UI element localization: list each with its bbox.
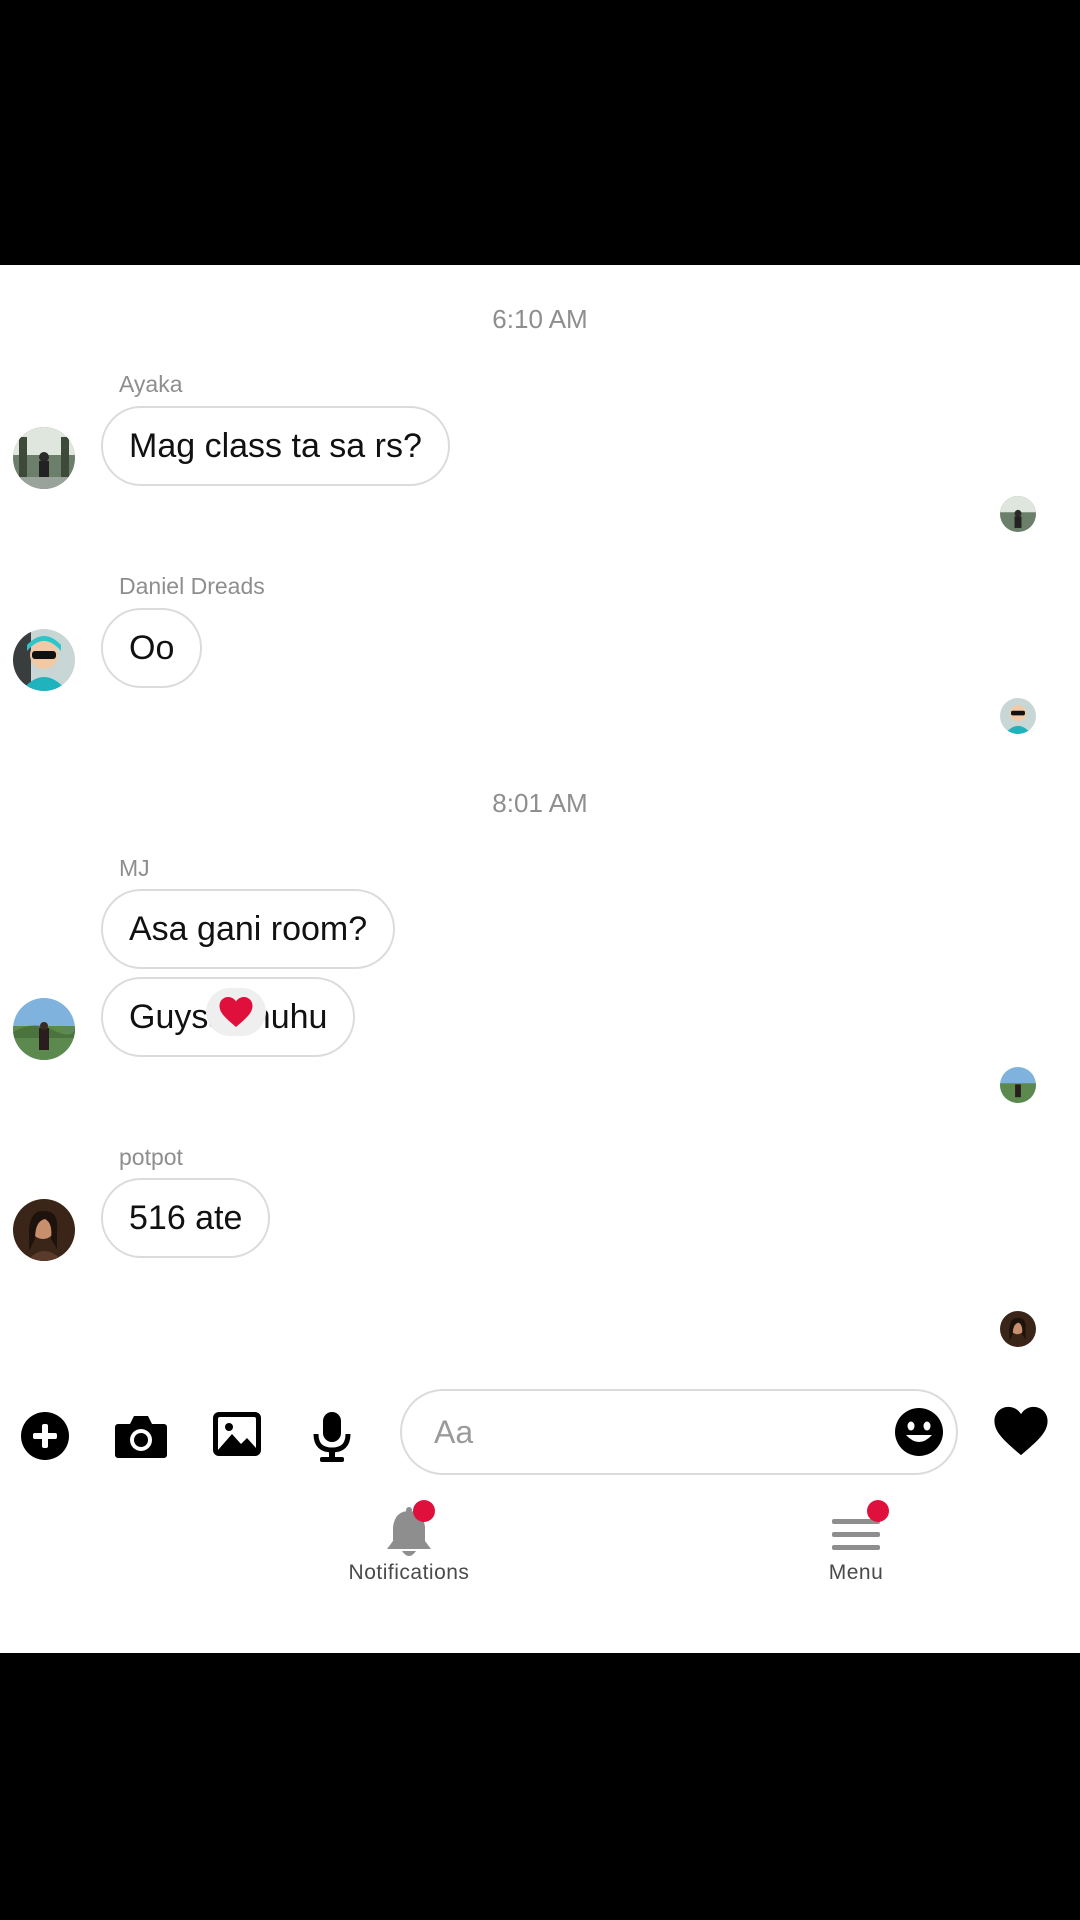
reaction-badge[interactable] xyxy=(206,988,266,1036)
avatar[interactable] xyxy=(13,998,75,1060)
message-bubble[interactable]: 516 ate xyxy=(101,1178,271,1258)
sender-name: Ayaka xyxy=(119,371,183,397)
heart-reaction-icon xyxy=(219,997,253,1027)
seen-avatar xyxy=(1000,496,1036,532)
tab-notifications[interactable]: Notifications xyxy=(336,1500,482,1585)
notification-badge xyxy=(413,1500,435,1522)
avatar[interactable] xyxy=(13,629,75,691)
sender-name: potpot xyxy=(119,1144,183,1170)
message-input[interactable]: Aa xyxy=(400,1389,958,1475)
tab-menu-label: Menu xyxy=(828,1561,884,1584)
seen-avatar xyxy=(1000,1067,1036,1103)
avatar[interactable] xyxy=(13,427,75,489)
message-bubble[interactable]: Mag class ta sa rs? xyxy=(101,406,450,486)
seen-avatar xyxy=(1000,698,1036,734)
emoji-icon[interactable] xyxy=(894,1407,944,1457)
seen-avatar xyxy=(1000,1311,1036,1347)
tab-notifications-label: Notifications xyxy=(348,1561,470,1584)
timestamp: 8:01 AM xyxy=(492,788,588,818)
menu-badge xyxy=(867,1500,889,1522)
message-input-placeholder: Aa xyxy=(434,1414,474,1450)
sender-name: Daniel Dreads xyxy=(119,573,265,599)
tab-menu[interactable]: Menu xyxy=(806,1500,906,1585)
message-bubble[interactable]: Oo xyxy=(101,608,203,688)
image-icon[interactable] xyxy=(212,1410,264,1462)
avatar[interactable] xyxy=(13,1199,75,1261)
bell-icon xyxy=(381,1500,437,1561)
plus-circle-icon[interactable] xyxy=(19,1410,71,1462)
message-bubble[interactable]: Asa gani room? xyxy=(101,889,396,969)
microphone-icon[interactable] xyxy=(310,1410,362,1462)
timestamp: 6:10 AM xyxy=(492,304,588,334)
heart-icon[interactable] xyxy=(992,1404,1050,1460)
menu-icon xyxy=(830,1500,889,1561)
sender-name: MJ xyxy=(119,855,150,881)
camera-icon[interactable] xyxy=(114,1410,167,1462)
